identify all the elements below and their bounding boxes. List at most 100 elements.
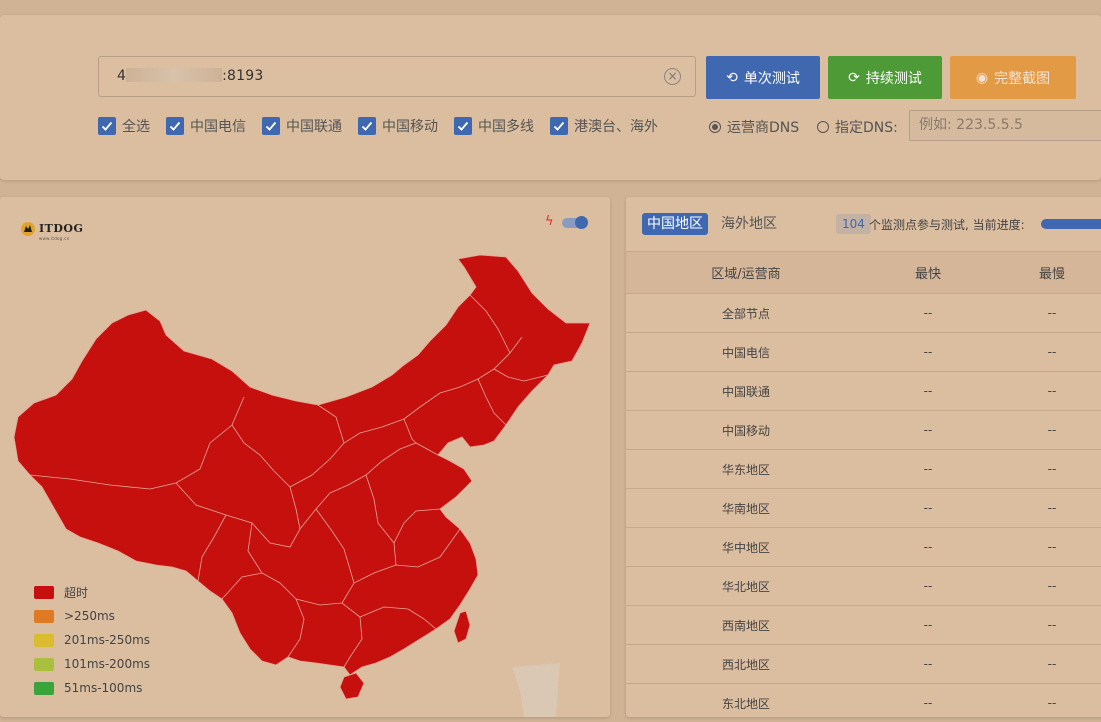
lightning-icon: ϟ bbox=[545, 214, 554, 229]
continuous-test-button[interactable]: ⟳ 持续测试 bbox=[828, 56, 942, 99]
table-row[interactable]: 中国移动 -- -- bbox=[626, 410, 1101, 449]
row-fastest: -- bbox=[923, 540, 933, 554]
row-region: 西北地区 bbox=[721, 657, 770, 672]
progress-label: 个监测点参与测试, 当前进度: bbox=[869, 218, 1025, 232]
checkbox-checked-icon bbox=[358, 117, 376, 135]
legend-swatch bbox=[34, 633, 54, 647]
row-fastest: -- bbox=[923, 345, 933, 359]
table-row[interactable]: 华南地区 -- -- bbox=[626, 488, 1101, 527]
radio-unselected-icon bbox=[817, 121, 829, 133]
checkbox-mobile[interactable]: 中国移动 bbox=[358, 116, 438, 136]
target-url-input[interactable]: 4:8193 × bbox=[98, 56, 696, 97]
test-config-panel: 4:8193 × ⟲ 单次测试 ⟳ 持续测试 ◉ 完整截图 全选 中国电信 中国… bbox=[0, 15, 1101, 180]
checkbox-telecom[interactable]: 中国电信 bbox=[166, 116, 246, 136]
dog-logo-icon bbox=[21, 222, 35, 236]
column-header-fastest: 最快 bbox=[914, 267, 941, 282]
legend-item: 51ms-100ms bbox=[34, 676, 150, 700]
row-slowest: -- bbox=[1047, 540, 1057, 554]
results-panel: 中国地区 海外地区 104 个监测点参与测试, 当前进度: 区域/运营商 最快 … bbox=[626, 197, 1101, 717]
radio-isp-dns[interactable]: 运营商DNS bbox=[709, 116, 799, 138]
row-slowest: -- bbox=[1047, 423, 1057, 437]
table-row[interactable]: 西北地区 -- -- bbox=[626, 644, 1101, 683]
url-text: 4:8193 bbox=[117, 68, 264, 84]
column-header-region: 区域/运营商 bbox=[711, 267, 781, 282]
row-fastest: -- bbox=[923, 501, 933, 515]
row-region: 东北地区 bbox=[721, 696, 770, 711]
table-row[interactable]: 中国联通 -- -- bbox=[626, 371, 1101, 410]
table-header: 区域/运营商 最快 最慢 bbox=[626, 251, 1101, 293]
screenshot-button[interactable]: ◉ 完整截图 bbox=[950, 56, 1076, 99]
legend-swatch bbox=[34, 681, 54, 695]
table-row[interactable]: 华北地区 -- -- bbox=[626, 566, 1101, 605]
row-region: 全部节点 bbox=[721, 306, 770, 321]
checkbox-multiline[interactable]: 中国多线 bbox=[454, 116, 534, 136]
refresh-icon: ⟲ bbox=[726, 69, 738, 86]
checkbox-checked-icon bbox=[550, 117, 568, 135]
progress-bar bbox=[1041, 219, 1101, 229]
map-region-taiwan[interactable] bbox=[453, 610, 471, 644]
table-row[interactable]: 东北地区 -- -- bbox=[626, 683, 1101, 722]
row-slowest: -- bbox=[1047, 462, 1057, 476]
redacted-address bbox=[126, 68, 223, 82]
row-region: 中国电信 bbox=[721, 345, 770, 360]
south-china-sea-inset bbox=[512, 663, 560, 717]
map-mode-toggle[interactable] bbox=[562, 216, 588, 229]
row-slowest: -- bbox=[1047, 384, 1057, 398]
row-fastest: -- bbox=[923, 384, 933, 398]
row-fastest: -- bbox=[923, 618, 933, 632]
legend-swatch bbox=[34, 657, 54, 671]
legend-swatch bbox=[34, 609, 54, 623]
checkbox-checked-icon bbox=[166, 117, 184, 135]
column-header-slowest: 最慢 bbox=[1038, 267, 1065, 282]
row-region: 西南地区 bbox=[721, 618, 770, 633]
row-slowest: -- bbox=[1047, 618, 1057, 632]
row-slowest: -- bbox=[1047, 306, 1057, 320]
table-row[interactable]: 华东地区 -- -- bbox=[626, 449, 1101, 488]
row-region: 中国移动 bbox=[721, 423, 770, 438]
row-slowest: -- bbox=[1047, 696, 1057, 710]
row-fastest: -- bbox=[923, 696, 933, 710]
row-slowest: -- bbox=[1047, 579, 1057, 593]
legend-item: 101ms-200ms bbox=[34, 652, 150, 676]
results-table: 区域/运营商 最快 最慢 全部节点 -- -- 中国电信 -- -- 中国联通 … bbox=[626, 251, 1101, 722]
single-test-button[interactable]: ⟲ 单次测试 bbox=[706, 56, 820, 99]
checkbox-checked-icon bbox=[454, 117, 472, 135]
camera-icon: ◉ bbox=[975, 69, 989, 86]
row-fastest: -- bbox=[923, 462, 933, 476]
table-row[interactable]: 西南地区 -- -- bbox=[626, 605, 1101, 644]
checkbox-checked-icon bbox=[98, 117, 116, 135]
row-region: 华南地区 bbox=[721, 501, 770, 516]
map-region-hainan[interactable] bbox=[339, 672, 365, 700]
row-fastest: -- bbox=[923, 579, 933, 593]
checkbox-select-all[interactable]: 全选 bbox=[98, 116, 150, 136]
repeat-icon: ⟳ bbox=[848, 69, 860, 86]
radio-selected-icon bbox=[709, 121, 721, 133]
row-slowest: -- bbox=[1047, 501, 1057, 515]
itdog-logo: ITDOG www.itdog.cn bbox=[20, 217, 83, 241]
table-row[interactable]: 中国电信 -- -- bbox=[626, 332, 1101, 371]
checkbox-unicom[interactable]: 中国联通 bbox=[262, 116, 342, 136]
legend-item: 201ms-250ms bbox=[34, 628, 150, 652]
row-region: 华中地区 bbox=[721, 540, 770, 555]
custom-dns-input[interactable]: 例如: 223.5.5.5 bbox=[909, 110, 1101, 141]
legend-item: 超时 bbox=[34, 580, 150, 604]
row-region: 华东地区 bbox=[721, 462, 770, 477]
row-region: 华北地区 bbox=[721, 579, 770, 594]
node-count-badge: 104 bbox=[836, 214, 871, 234]
tab-overseas[interactable]: 海外地区 bbox=[716, 213, 782, 235]
clear-icon[interactable]: × bbox=[664, 68, 681, 85]
row-slowest: -- bbox=[1047, 345, 1057, 359]
row-fastest: -- bbox=[923, 306, 933, 320]
row-region: 中国联通 bbox=[721, 384, 770, 399]
row-fastest: -- bbox=[923, 657, 933, 671]
table-row[interactable]: 全部节点 -- -- bbox=[626, 293, 1101, 332]
latency-legend: 超时 >250ms 201ms-250ms 101ms-200ms 51ms-1… bbox=[34, 580, 150, 700]
table-row[interactable]: 华中地区 -- -- bbox=[626, 527, 1101, 566]
row-fastest: -- bbox=[923, 423, 933, 437]
radio-custom-dns[interactable]: 指定DNS: bbox=[817, 116, 898, 138]
map-panel: ITDOG www.itdog.cn ϟ 超时 >250ms 201ms-250… bbox=[0, 197, 610, 717]
row-slowest: -- bbox=[1047, 657, 1057, 671]
tab-china[interactable]: 中国地区 bbox=[642, 213, 708, 235]
legend-item: >250ms bbox=[34, 604, 150, 628]
checkbox-overseas[interactable]: 港澳台、海外 bbox=[550, 116, 658, 136]
